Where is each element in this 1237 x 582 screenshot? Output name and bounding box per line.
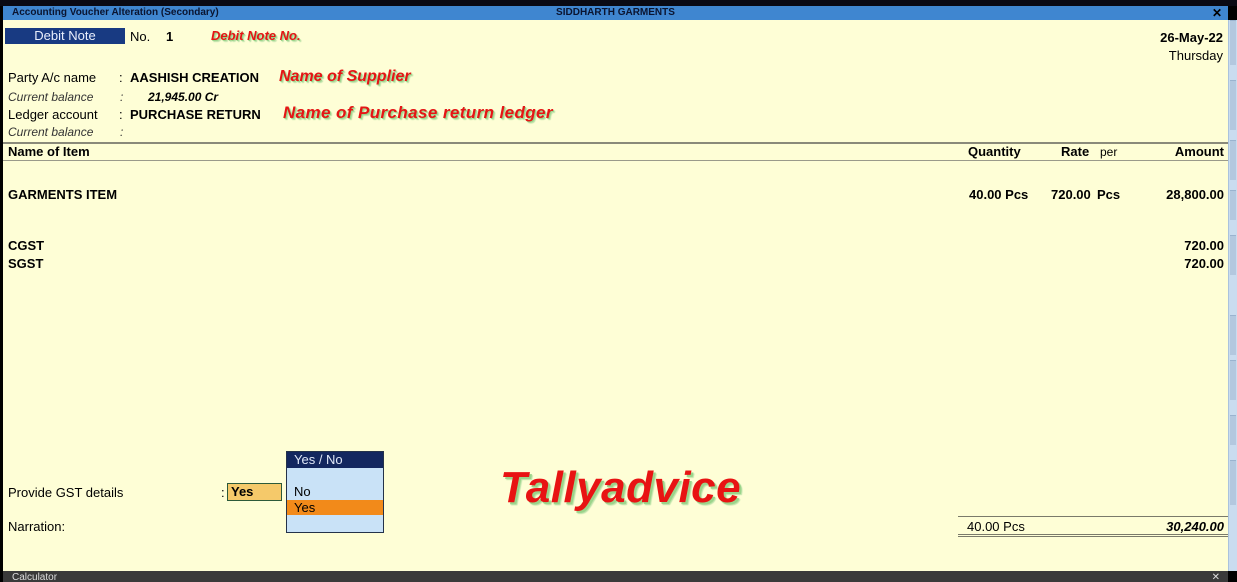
header-per: per xyxy=(1100,145,1118,159)
rail-button[interactable] xyxy=(1230,80,1236,130)
header-rate: Rate xyxy=(1061,144,1090,159)
header-quantity: Quantity xyxy=(968,144,1021,159)
ledger-colon: : xyxy=(119,107,123,122)
ledger-balance-colon: : xyxy=(120,125,124,139)
popup-option-yes[interactable]: Yes xyxy=(287,500,383,515)
tax-amount[interactable]: 720.00 xyxy=(1184,238,1224,253)
watermark-text: Tallyadvice xyxy=(500,463,742,512)
rail-button[interactable] xyxy=(1230,415,1236,445)
rail-button[interactable] xyxy=(1230,360,1236,400)
item-name[interactable]: GARMENTS ITEM xyxy=(8,187,117,202)
item-quantity[interactable]: 40.00 Pcs xyxy=(969,187,1028,202)
gst-details-label: Provide GST details xyxy=(8,485,124,500)
voucher-type-button[interactable]: Debit Note xyxy=(5,28,125,44)
annotation-supplier: Name of Supplier xyxy=(279,68,411,85)
voucher-day: Thursday xyxy=(1168,48,1223,63)
header-amount: Amount xyxy=(1174,144,1224,159)
table-top-divider xyxy=(3,142,1228,144)
popup-option-no[interactable]: No xyxy=(287,484,383,499)
rail-button[interactable] xyxy=(1230,20,1236,65)
button-bar-rail[interactable] xyxy=(1228,20,1237,571)
yes-no-popup: Yes / No No Yes xyxy=(286,451,384,533)
voucher-no-field[interactable]: 1 xyxy=(166,29,173,44)
close-icon[interactable]: ✕ xyxy=(1212,6,1222,20)
rail-button[interactable] xyxy=(1230,315,1236,355)
voucher-no-label: No. xyxy=(130,29,151,44)
annotation-voucher-no: Debit Note No. xyxy=(211,28,301,43)
narration-field[interactable] xyxy=(83,519,283,535)
party-label: Party A/c name xyxy=(8,70,97,85)
totals-top-line xyxy=(958,516,1228,517)
tax-name[interactable]: SGST xyxy=(8,256,43,271)
totals-bottom-line xyxy=(958,534,1228,535)
tax-name[interactable]: CGST xyxy=(8,238,44,253)
rail-button[interactable] xyxy=(1230,140,1236,180)
gst-details-field[interactable]: Yes xyxy=(227,483,282,501)
party-balance-label: Current balance xyxy=(8,90,94,104)
total-quantity: 40.00 Pcs xyxy=(967,519,1025,534)
party-balance-colon: : xyxy=(120,90,124,104)
calculator-close-icon[interactable]: ✕ xyxy=(1212,572,1220,582)
voucher-date[interactable]: 26-May-22 xyxy=(1160,30,1223,45)
item-rate[interactable]: 720.00 xyxy=(1051,187,1091,202)
item-per[interactable]: Pcs xyxy=(1097,187,1120,202)
voucher-screen: Debit Note No. 1 Debit Note No. 26-May-2… xyxy=(3,20,1228,571)
tax-amount[interactable]: 720.00 xyxy=(1184,256,1224,271)
party-balance-value: 21,945.00 Cr xyxy=(148,90,219,104)
header-item: Name of Item xyxy=(8,144,90,159)
item-amount[interactable]: 28,800.00 xyxy=(1166,187,1224,202)
ledger-account-field[interactable]: PURCHASE RETURN xyxy=(130,107,261,122)
ledger-label: Ledger account xyxy=(8,107,98,122)
company-name: SIDDHARTH GARMENTS xyxy=(556,7,675,18)
totals-double-line xyxy=(958,536,1228,537)
total-amount: 30,240.00 xyxy=(1166,519,1224,534)
annotation-ledger: Name of Purchase return ledger xyxy=(283,103,553,122)
ledger-balance-label: Current balance xyxy=(8,125,94,139)
narration-label: Narration: xyxy=(8,519,66,534)
calculator-bar[interactable]: Calculator ✕ xyxy=(3,571,1228,582)
table-header-divider xyxy=(3,160,1228,161)
gst-details-colon: : xyxy=(221,485,225,500)
popup-title: Yes / No xyxy=(287,452,383,468)
party-account-field[interactable]: AASHISH CREATION xyxy=(130,70,259,85)
title-bar: Accounting Voucher Alteration (Secondary… xyxy=(3,6,1228,20)
rail-button[interactable] xyxy=(1230,235,1236,275)
rail-button[interactable] xyxy=(1230,460,1236,505)
rail-button[interactable] xyxy=(1230,190,1236,220)
calculator-label[interactable]: Calculator xyxy=(12,572,57,582)
party-colon: : xyxy=(119,70,123,85)
